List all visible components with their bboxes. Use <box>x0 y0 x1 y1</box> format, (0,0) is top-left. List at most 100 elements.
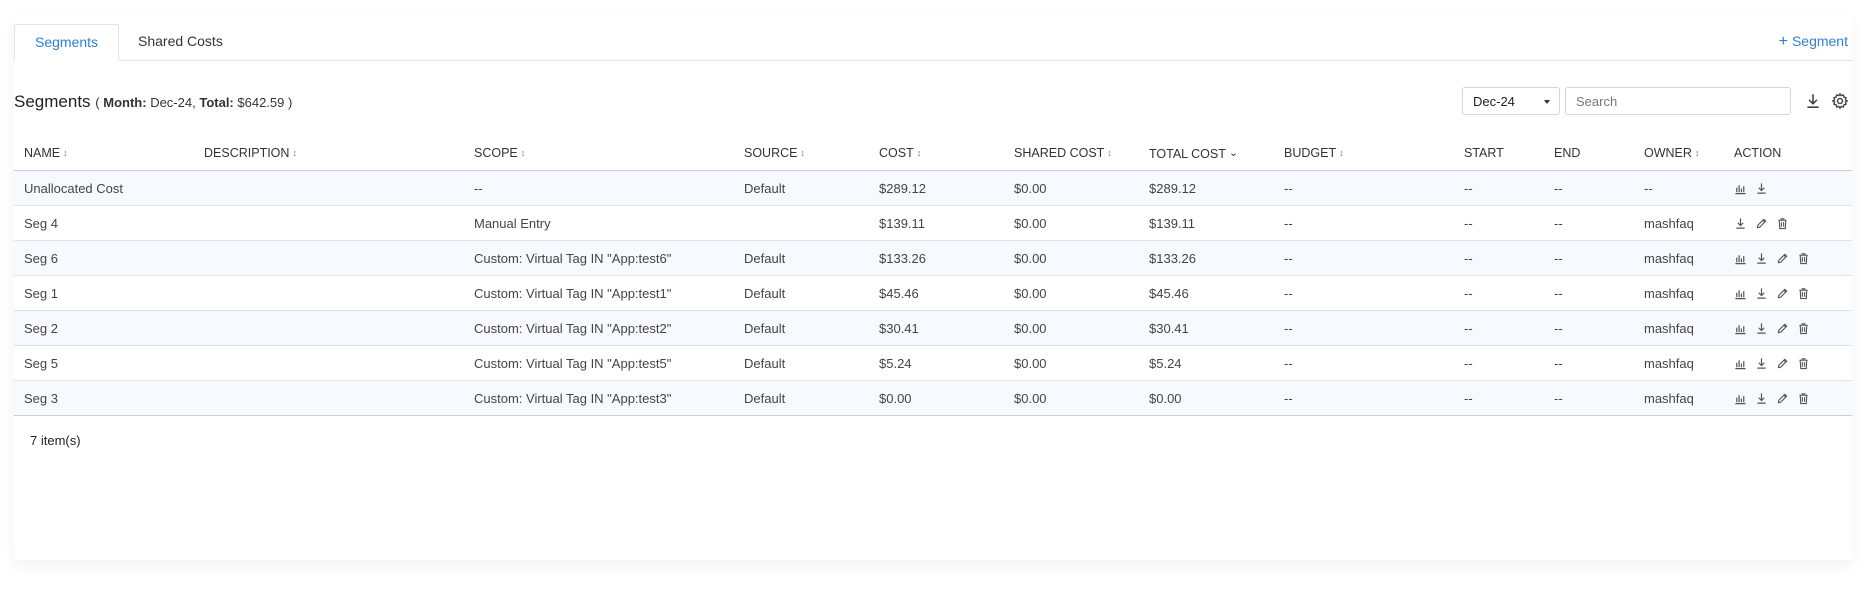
table-row[interactable]: Seg 6 Custom: Virtual Tag IN "App:test6" D… <box>14 240 1852 276</box>
total-value: $642.59 <box>237 95 285 110</box>
column-header-scope[interactable]: SCOPE ↕ <box>464 136 734 171</box>
pencil-icon[interactable] <box>1776 287 1789 300</box>
column-header-label: START <box>1464 146 1504 160</box>
column-header-label: COST <box>879 146 914 160</box>
column-header-label: SHARED COST <box>1014 146 1105 160</box>
column-header-total-cost[interactable]: TOTAL COST ⌄ <box>1139 136 1274 171</box>
download-icon[interactable] <box>1804 92 1822 110</box>
sort-icon[interactable]: ↕ <box>63 148 68 158</box>
table-row[interactable]: Seg 5 Custom: Virtual Tag IN "App:test5" D… <box>14 345 1852 381</box>
column-header-shared-cost[interactable]: SHARED COST ↕ <box>1004 136 1139 171</box>
cell-owner: mashfaq <box>1634 380 1724 416</box>
download-icon[interactable] <box>1755 392 1768 405</box>
cell-name: Seg 6 <box>14 240 194 276</box>
cell-description <box>194 310 464 346</box>
bar-chart-icon[interactable] <box>1734 322 1747 335</box>
cell-description <box>194 240 464 276</box>
column-header-name[interactable]: NAME ↕ <box>14 136 194 171</box>
column-header-label: SOURCE <box>744 146 798 160</box>
cell-cost: $45.46 <box>869 275 1004 311</box>
column-header-label: SCOPE <box>474 146 518 160</box>
cell-end: -- <box>1544 275 1634 311</box>
sort-icon[interactable]: ↕ <box>800 148 805 158</box>
bar-chart-icon[interactable] <box>1734 252 1747 265</box>
column-header-end: END <box>1544 136 1634 171</box>
sort-desc-icon[interactable]: ⌄ <box>1229 146 1238 159</box>
download-icon[interactable] <box>1755 322 1768 335</box>
table-row[interactable]: Unallocated Cost -- Default $289.12 $0.00 $28… <box>14 170 1852 206</box>
column-header-cost[interactable]: COST ↕ <box>869 136 1004 171</box>
page-title-text: Segments <box>14 92 91 111</box>
sort-icon[interactable]: ↕ <box>1339 148 1344 158</box>
table-row[interactable]: Seg 2 Custom: Virtual Tag IN "App:test2" D… <box>14 310 1852 346</box>
cell-scope: Custom: Virtual Tag IN "App:test3" <box>464 380 734 416</box>
column-header-label: ACTION <box>1734 146 1782 160</box>
cell-total-cost: $139.11 <box>1139 205 1274 241</box>
column-header-start: START <box>1454 136 1544 171</box>
trash-icon[interactable] <box>1797 287 1810 300</box>
add-segment-button[interactable]: + Segment <box>1779 24 1848 59</box>
pencil-icon[interactable] <box>1776 252 1789 265</box>
cell-cost: $30.41 <box>869 310 1004 346</box>
bar-chart-icon[interactable] <box>1734 357 1747 370</box>
download-icon[interactable] <box>1755 182 1768 195</box>
month-value: Dec-24, <box>150 95 196 110</box>
cell-end: -- <box>1544 380 1634 416</box>
cell-description <box>194 170 464 206</box>
bar-chart-icon[interactable] <box>1734 287 1747 300</box>
cell-total-cost: $133.26 <box>1139 240 1274 276</box>
cell-cost: $133.26 <box>869 240 1004 276</box>
pencil-icon[interactable] <box>1755 217 1768 230</box>
column-header-budget[interactable]: BUDGET ↕ <box>1274 136 1454 171</box>
month-select[interactable]: Dec-24 <box>1462 87 1560 115</box>
trash-icon[interactable] <box>1776 217 1789 230</box>
cell-owner: mashfaq <box>1634 310 1724 346</box>
download-icon[interactable] <box>1734 217 1747 230</box>
tab-segments[interactable]: Segments <box>14 24 120 61</box>
month-label: Month: <box>103 95 147 110</box>
gear-icon[interactable] <box>1831 92 1849 110</box>
cell-source: Default <box>734 345 869 381</box>
sort-icon[interactable]: ↕ <box>1107 148 1112 158</box>
cell-cost: $5.24 <box>869 345 1004 381</box>
trash-icon[interactable] <box>1797 322 1810 335</box>
cell-source: Default <box>734 170 869 206</box>
cell-description <box>194 380 464 416</box>
sort-icon[interactable]: ↕ <box>521 148 526 158</box>
caret-down-icon <box>1544 100 1550 104</box>
sort-icon[interactable]: ↕ <box>1695 148 1700 158</box>
pencil-icon[interactable] <box>1776 357 1789 370</box>
trash-icon[interactable] <box>1797 392 1810 405</box>
download-icon[interactable] <box>1755 252 1768 265</box>
bar-chart-icon[interactable] <box>1734 392 1747 405</box>
cell-budget: -- <box>1274 345 1454 381</box>
cell-owner: -- <box>1634 170 1724 206</box>
table-row[interactable]: Seg 4 Manual Entry $139.11 $0.00 $139.11 -- --… <box>14 205 1852 241</box>
pencil-icon[interactable] <box>1776 322 1789 335</box>
cell-name: Unallocated Cost <box>14 170 194 206</box>
month-select-value: Dec-24 <box>1473 94 1515 109</box>
download-icon[interactable] <box>1755 287 1768 300</box>
table-row[interactable]: Seg 1 Custom: Virtual Tag IN "App:test1" D… <box>14 275 1852 311</box>
download-icon[interactable] <box>1755 357 1768 370</box>
column-header-source[interactable]: SOURCE ↕ <box>734 136 869 171</box>
trash-icon[interactable] <box>1797 252 1810 265</box>
cell-budget: -- <box>1274 310 1454 346</box>
cell-start: -- <box>1454 240 1544 276</box>
cell-end: -- <box>1544 240 1634 276</box>
bar-chart-icon[interactable] <box>1734 182 1747 195</box>
segments-card: Segments Shared Costs + Segment Segments … <box>14 14 1852 560</box>
table-row[interactable]: Seg 3 Custom: Virtual Tag IN "App:test3" D… <box>14 380 1852 416</box>
sort-icon[interactable]: ↕ <box>917 148 922 158</box>
segments-table: NAME ↕ DESCRIPTION ↕ SCOPE ↕ SOURCE ↕ COST ↕ SHARE… <box>14 136 1852 416</box>
trash-icon[interactable] <box>1797 357 1810 370</box>
tab-shared-costs[interactable]: Shared Costs <box>118 24 243 59</box>
pencil-icon[interactable] <box>1776 392 1789 405</box>
sort-icon[interactable]: ↕ <box>292 148 297 158</box>
column-header-action: ACTION <box>1724 136 1852 171</box>
page-title-meta: ( Month: Dec-24, Total: $642.59 ) <box>95 95 292 110</box>
search-input[interactable] <box>1565 87 1791 115</box>
column-header-owner[interactable]: OWNER ↕ <box>1634 136 1724 171</box>
cell-start: -- <box>1454 170 1544 206</box>
column-header-description[interactable]: DESCRIPTION ↕ <box>194 136 464 171</box>
